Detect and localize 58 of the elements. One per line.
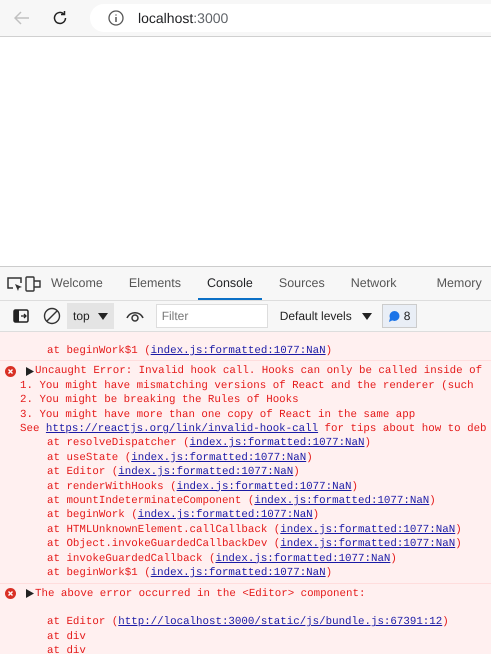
sidebar-toggle-icon[interactable] bbox=[13, 309, 29, 323]
source-link[interactable]: index.js:formatted:1077:NaN bbox=[150, 345, 326, 357]
source-link[interactable]: index.js:formatted:1077:NaN bbox=[118, 466, 294, 478]
error-message-line: 3. You might have more than one copy of React in the same app bbox=[19, 408, 416, 422]
reload-icon[interactable] bbox=[52, 10, 68, 26]
source-link[interactable]: index.js:formatted:1077:NaN bbox=[254, 495, 430, 508]
stack-trace-line: at div bbox=[46, 644, 87, 654]
source-link[interactable]: index.js:formatted:1077:NaN bbox=[280, 538, 456, 550]
expand-triangle-icon[interactable] bbox=[26, 589, 34, 598]
error-message-line: 2. You might be breaking the Rules of Hooks bbox=[19, 393, 300, 408]
stack-trace-line: at beginWork$1 (index.js:formatted:1077:NaN) bbox=[46, 344, 334, 358]
stack-trace-line: at renderWithHooks (index.js:formatted:1077:NaN) bbox=[46, 480, 360, 494]
filter-field[interactable]: Filter bbox=[156, 304, 268, 328]
source-link[interactable]: index.js:formatted:1077:NaN bbox=[138, 509, 313, 522]
stack-trace-line: at HTMLUnknownElement.callCallback (index.js:formatted:1077:NaN) bbox=[46, 522, 463, 538]
devtools-tab[interactable]: Memory bbox=[428, 267, 491, 300]
device-toolbar-icon[interactable] bbox=[24, 274, 42, 292]
stack-trace-line: at resolveDispatcher (index.js:formatted:1077:NaN) bbox=[46, 436, 372, 451]
caret-icon bbox=[362, 312, 372, 320]
caret-icon bbox=[98, 312, 108, 320]
error-message: The above error occurred in the <Editor> component: bbox=[35, 586, 366, 601]
address-bar[interactable]: localhost:3000 bbox=[90, 4, 491, 32]
stack-trace-line: at invokeGuardedCallback (index.js:formatted:1077:NaN) bbox=[46, 552, 398, 566]
source-link[interactable]: index.js:formatted:1077:NaN bbox=[190, 437, 364, 450]
source-link[interactable]: index.js:formatted:1077:NaN bbox=[280, 524, 456, 536]
source-link[interactable]: index.js:formatted:1077:NaN bbox=[176, 480, 352, 493]
stack-trace-line: at Editor (index.js:formatted:1077:NaN) bbox=[46, 465, 301, 480]
stack-trace-line: at div bbox=[46, 630, 87, 644]
error-icon bbox=[5, 588, 16, 600]
stack-trace-line: at beginWork$1 (index.js:formatted:1077:NaN) bbox=[46, 566, 334, 580]
log-levels-dropdown[interactable]: Default levels bbox=[276, 309, 376, 323]
chat-bubble-icon bbox=[388, 310, 400, 322]
error-message-line: See https://reactjs.org/link/invalid-hook-call for tips about how to deb bbox=[19, 422, 488, 436]
context-select[interactable]: top bbox=[67, 303, 114, 329]
devtools-tab[interactable]: Network bbox=[342, 267, 406, 300]
error-message-line: 1. You might have mismatching versions of React and the renderer (such bbox=[19, 378, 475, 394]
stack-trace-line: at useState (index.js:formatted:1077:NaN) bbox=[46, 450, 314, 466]
stack-trace-line: at mountIndeterminateComponent (index.js:formatted:1077:NaN) bbox=[46, 494, 437, 508]
devtools-tab[interactable]: Sources bbox=[270, 267, 334, 300]
error-message: Uncaught Error: Invalid hook call. Hooks can only be called inside of bbox=[35, 364, 482, 379]
source-link[interactable]: index.js:formatted:1077:NaN bbox=[131, 452, 306, 464]
inspect-icon[interactable] bbox=[6, 276, 24, 292]
source-link[interactable]: index.js:formatted:1077:NaN bbox=[150, 567, 326, 580]
expand-triangle-icon[interactable] bbox=[26, 367, 34, 376]
source-link[interactable]: index.js:formatted:1077:NaN bbox=[215, 552, 390, 565]
stack-trace-line: at Object.invokeGuardedCallbackDev (index.js:formatted:1077:NaN) bbox=[46, 537, 463, 552]
clear-console-icon[interactable] bbox=[43, 307, 61, 325]
info-icon[interactable] bbox=[108, 10, 124, 26]
devtools-tab[interactable]: Welcome bbox=[42, 267, 112, 300]
stack-trace-line: at Editor (http://localhost:3000/static/js/bundle.js:67391:12) bbox=[46, 615, 450, 630]
source-link[interactable]: https://reactjs.org/link/invalid-hook-call bbox=[46, 423, 318, 436]
error-icon bbox=[5, 366, 16, 378]
url-text: localhost:3000 bbox=[138, 10, 228, 26]
source-link[interactable]: http://localhost:3000/static/js/bundle.js:67391:12 bbox=[118, 616, 442, 628]
stack-trace-line: at beginWork (index.js:formatted:1077:NaN) bbox=[46, 508, 320, 523]
issues-button[interactable]: 8 bbox=[382, 304, 418, 328]
devtools-tab[interactable]: Elements bbox=[120, 267, 190, 300]
eye-icon[interactable] bbox=[126, 310, 144, 322]
